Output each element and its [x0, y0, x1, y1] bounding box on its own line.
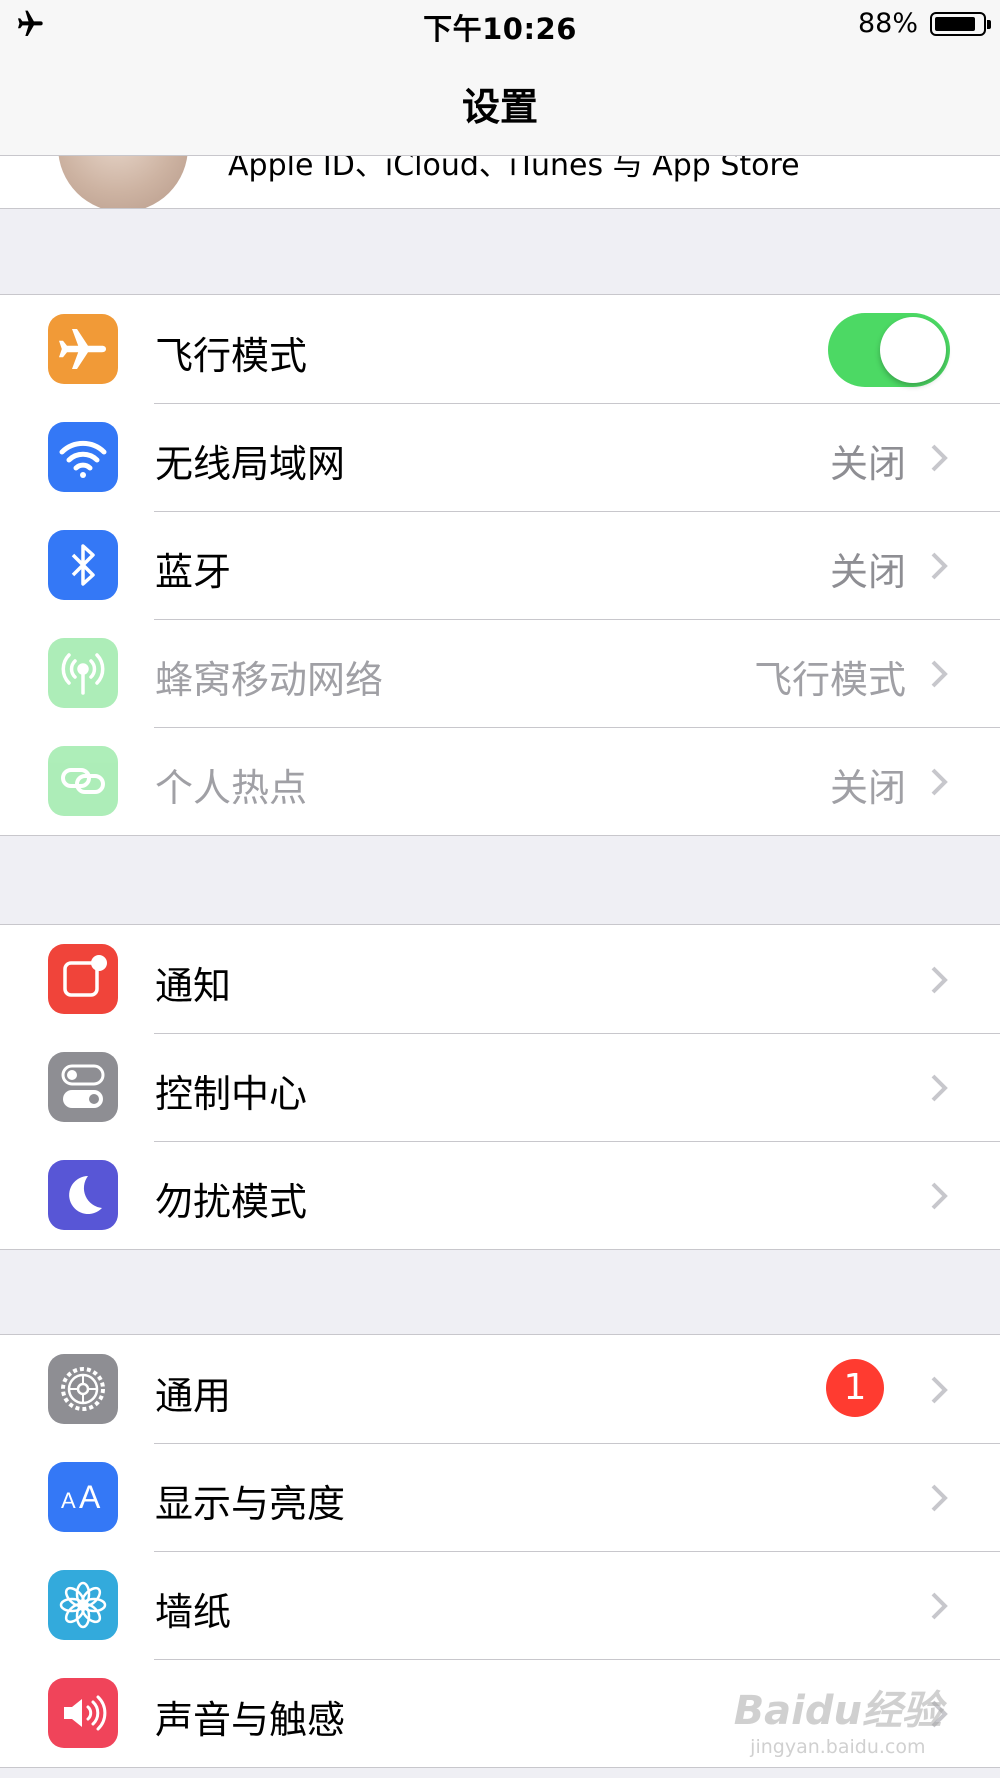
- moon-icon: [48, 1160, 118, 1230]
- airplane-mode-toggle[interactable]: [828, 313, 950, 387]
- chevron-right-icon: [931, 1592, 948, 1620]
- toggle-knob: [880, 317, 946, 383]
- status-time: 下午10:26: [423, 12, 577, 46]
- row-label: 墙纸: [155, 1590, 232, 1634]
- row-label: 通用: [155, 1374, 232, 1418]
- flower-icon: [48, 1570, 118, 1640]
- row-value: 关闭: [829, 442, 906, 486]
- baidu-watermark: Baidu经验 jingyan.baidu.com: [734, 1678, 942, 1758]
- row-label: 显示与亮度: [155, 1482, 346, 1526]
- settings-row-do-not-disturb[interactable]: 勿扰模式: [0, 1141, 1000, 1249]
- cellular-icon: [48, 638, 118, 708]
- row-label: 蓝牙: [155, 550, 232, 594]
- hotspot-icon: [48, 746, 118, 816]
- row-value: 关闭: [829, 766, 906, 810]
- settings-row-control-center[interactable]: 控制中心: [0, 1033, 1000, 1141]
- row-label: 个人热点: [155, 766, 308, 810]
- control-center-icon: [48, 1052, 118, 1122]
- airplane-icon: [48, 314, 118, 384]
- bluetooth-icon: [48, 530, 118, 600]
- gear-icon: [48, 1354, 118, 1424]
- settings-row-airplane-mode[interactable]: 飞行模式: [0, 295, 1000, 403]
- notifications-group: 通知 控制中心 勿扰模式: [0, 924, 1000, 1250]
- row-label: 通知: [155, 964, 232, 1008]
- battery-icon: [930, 12, 991, 36]
- connectivity-group: 飞行模式 无线局域网 关闭 蓝牙 关闭 蜂窝移动网络 飞行模式 个人热点 关闭: [0, 294, 1000, 836]
- settings-row-display-brightness[interactable]: AA 显示与亮度: [0, 1443, 1000, 1551]
- page-title: 设置: [461, 85, 538, 129]
- chevron-right-icon: [931, 1484, 948, 1512]
- navigation-bar: 设置: [0, 48, 1000, 156]
- speaker-icon: [48, 1678, 118, 1748]
- battery-percent: 88%: [857, 8, 918, 39]
- row-label: 无线局域网: [155, 442, 346, 486]
- svg-text:A: A: [79, 1479, 101, 1515]
- row-label: 蜂窝移动网络: [155, 658, 384, 702]
- settings-row-wallpaper[interactable]: 墙纸: [0, 1551, 1000, 1659]
- update-badge: 1: [826, 1359, 884, 1417]
- row-label: 控制中心: [155, 1072, 308, 1116]
- wifi-icon: [48, 422, 118, 492]
- chevron-right-icon: [931, 768, 948, 796]
- battery-level-fill: [935, 17, 975, 31]
- watermark-sub: jingyan.baidu.com: [750, 1736, 926, 1758]
- status-bar: 下午10:26 88%: [0, 0, 1000, 48]
- chevron-right-icon: [931, 552, 948, 580]
- settings-row-wifi[interactable]: 无线局域网 关闭: [0, 403, 1000, 511]
- notifications-icon: [48, 944, 118, 1014]
- svg-text:A: A: [61, 1488, 76, 1513]
- row-label: 飞行模式: [155, 334, 308, 378]
- row-label: 勿扰模式: [155, 1180, 308, 1224]
- row-label: 声音与触感: [155, 1698, 346, 1742]
- settings-row-notifications[interactable]: 通知: [0, 925, 1000, 1033]
- chevron-right-icon: [931, 1182, 948, 1210]
- settings-screen: Apple ID、iCloud、iTunes 与 App Store 下午10:…: [0, 0, 1000, 1778]
- chevron-right-icon: [931, 966, 948, 994]
- settings-row-cellular[interactable]: 蜂窝移动网络 飞行模式: [0, 619, 1000, 727]
- chevron-right-icon: [931, 1376, 948, 1404]
- settings-row-general[interactable]: 通用 1: [0, 1335, 1000, 1443]
- row-value: 飞行模式: [753, 658, 906, 702]
- watermark-main: Baidu经验: [733, 1688, 942, 1734]
- display-icon: AA: [48, 1462, 118, 1532]
- row-value: 关闭: [829, 550, 906, 594]
- settings-row-bluetooth[interactable]: 蓝牙 关闭: [0, 511, 1000, 619]
- chevron-right-icon: [931, 444, 948, 472]
- settings-row-personal-hotspot[interactable]: 个人热点 关闭: [0, 727, 1000, 835]
- chevron-right-icon: [931, 1074, 948, 1102]
- chevron-right-icon: [931, 660, 948, 688]
